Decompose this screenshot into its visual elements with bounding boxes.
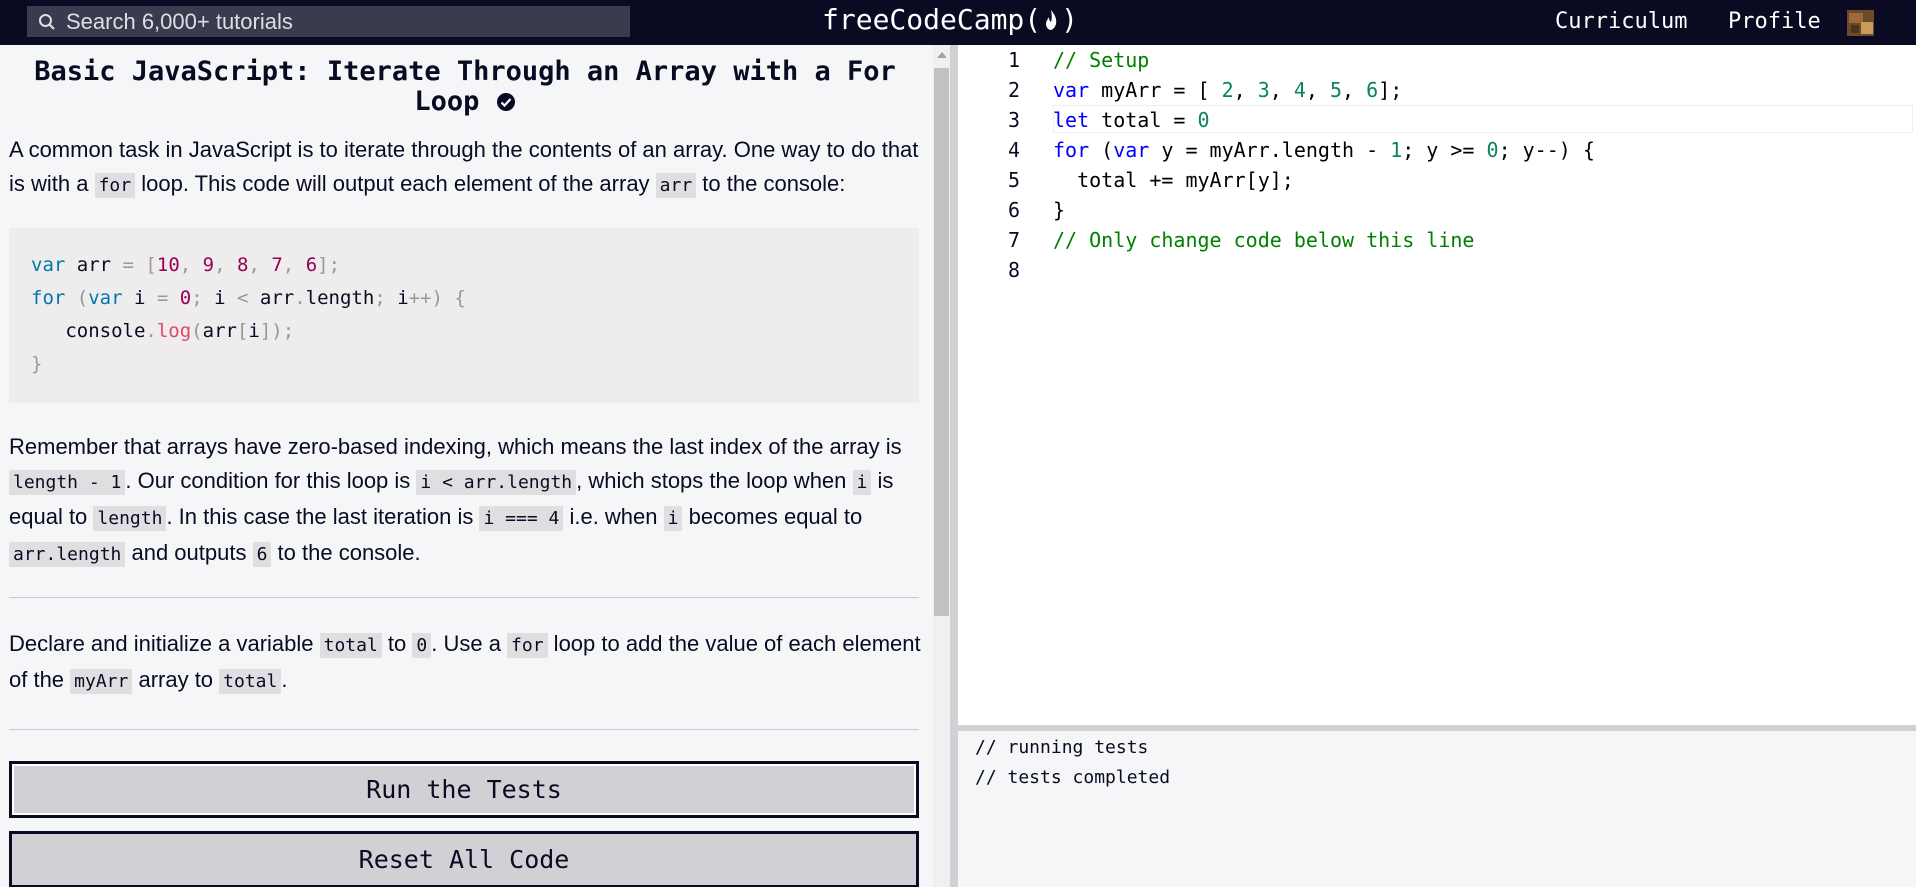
divider [9, 729, 919, 730]
check-circle-icon [496, 93, 515, 111]
nav-curriculum-link[interactable]: Curriculum [1555, 9, 1687, 34]
search-bar[interactable] [27, 6, 630, 37]
code-text: // Only change code below this line [1053, 228, 1475, 252]
example-code-block: var arr = [10, 9, 8, 7, 6]; for (var i =… [9, 228, 919, 403]
divider [9, 597, 919, 598]
code-text: } [1053, 198, 1066, 222]
code-text: total += myArr[y]; [1053, 168, 1294, 192]
line-number: 7 [1007, 228, 1020, 252]
instructions-paragraph: Declare and initialize a variable total … [9, 631, 921, 694]
inline-code: i < arr.length [416, 470, 577, 495]
line-number: 1 [1007, 48, 1020, 72]
pane-splitter[interactable] [950, 45, 958, 887]
reset-code-button[interactable]: Reset All Code [9, 831, 919, 887]
inline-code: length - 1 [9, 470, 126, 495]
inline-code: i [663, 506, 683, 531]
code-editor[interactable]: 1 // Setup 2 var myArr = [ 2, 3, 4, 5, 6… [958, 45, 1916, 725]
lesson-title-text: Basic JavaScript: Iterate Through an Arr… [34, 56, 896, 117]
inline-code: 6 [252, 542, 272, 567]
scroll-up-arrow-icon[interactable] [937, 52, 947, 58]
search-input[interactable] [64, 7, 608, 36]
editor-line-current[interactable]: 3 let total = 0 [958, 105, 1916, 135]
editor-line[interactable]: 6 } [958, 195, 1916, 225]
editor-line[interactable]: 2 var myArr = [ 2, 3, 4, 5, 6]; [958, 75, 1916, 105]
search-icon [39, 13, 55, 30]
code-text: // Setup [1053, 48, 1150, 72]
editor-line[interactable]: 4 for (var y = myArr.length - 1; y >= 0;… [958, 135, 1916, 165]
line-number: 5 [1007, 168, 1020, 192]
line-number: 8 [1007, 258, 1020, 282]
inline-code: arr [655, 173, 697, 198]
freecodecamp-logo[interactable]: freeCodeCamp( ) [822, 3, 1078, 36]
inline-code: i === 4 [479, 506, 564, 531]
inline-code: i [852, 470, 872, 495]
line-number: 3 [1007, 108, 1020, 132]
inline-code: for [507, 633, 548, 658]
logo-text-left: freeCodeCamp( [822, 3, 1042, 36]
editor-line[interactable]: 7 // Only change code below this line [958, 225, 1916, 255]
code-text: let total = 0 [1053, 108, 1210, 132]
flame-icon [1046, 9, 1057, 30]
explanation-paragraph: Remember that arrays have zero-based ind… [9, 434, 902, 567]
scrollbar-thumb[interactable] [934, 68, 949, 616]
editor-line[interactable]: 5 total += myArr[y]; [958, 165, 1916, 195]
inline-code: total [219, 669, 282, 694]
console-line: // running tests [975, 737, 1149, 758]
line-number: 2 [1007, 78, 1020, 102]
inline-code: arr.length [9, 542, 126, 567]
line-number: 4 [1007, 138, 1020, 162]
logo-text-right: ) [1061, 3, 1079, 36]
code-text: for (var y = myArr.length - 1; y >= 0; y… [1053, 138, 1595, 162]
line-number: 6 [1007, 198, 1020, 222]
intro-paragraph: A common task in JavaScript is to iterat… [9, 137, 919, 198]
run-tests-button[interactable]: Run the Tests [9, 761, 919, 818]
avatar[interactable] [1847, 10, 1874, 36]
inline-code: for [94, 173, 136, 198]
output-console: // running tests // tests completed [958, 731, 1916, 887]
nav-profile-link[interactable]: Profile [1728, 9, 1821, 34]
page-title: Basic JavaScript: Iterate Through an Arr… [10, 57, 920, 117]
inline-code: 0 [412, 633, 432, 658]
code-text: var myArr = [ 2, 3, 4, 5, 6]; [1053, 78, 1403, 102]
editor-line[interactable]: 1 // Setup [958, 45, 1916, 75]
top-nav-bar: freeCodeCamp( ) Curriculum Profile [0, 0, 1916, 45]
editor-line[interactable]: 8 [958, 255, 1916, 285]
lesson-panel: Basic JavaScript: Iterate Through an Arr… [0, 45, 933, 887]
inline-code: length [93, 506, 167, 531]
inline-code: myArr [70, 669, 133, 694]
inline-code: total [319, 633, 382, 658]
console-line: // tests completed [975, 767, 1171, 788]
